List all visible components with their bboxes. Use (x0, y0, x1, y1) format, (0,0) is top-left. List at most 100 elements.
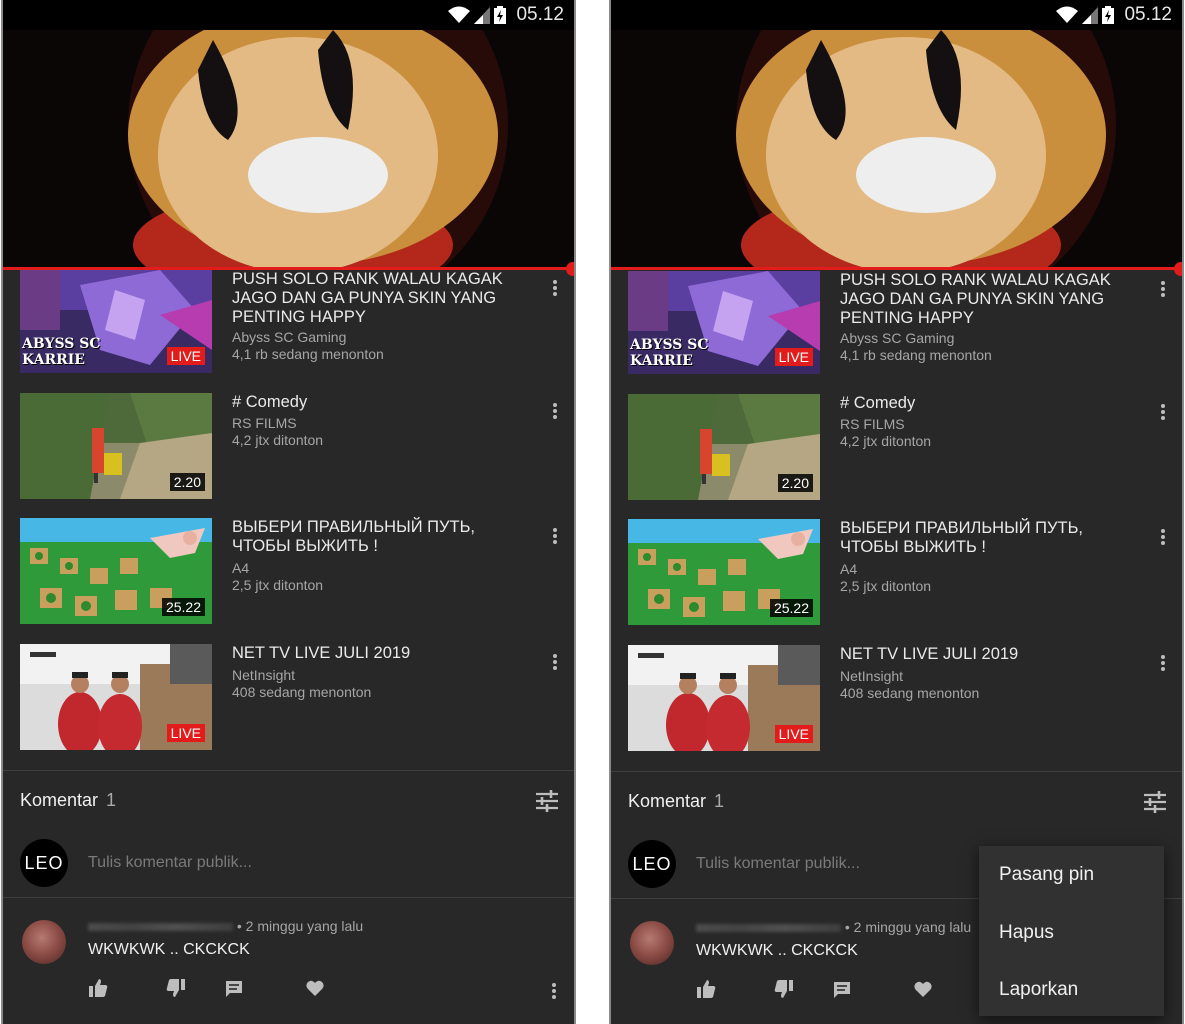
video-channel: A4 (232, 560, 250, 576)
more-options-icon[interactable] (552, 278, 558, 298)
video-stats: 408 sedang menonton (232, 684, 372, 700)
video-channel: Abyss SC Gaming (840, 330, 955, 346)
thumbnail-text: ABYSS SC (630, 337, 709, 353)
comment-text: WKWKWK .. CKCKCK (88, 941, 250, 958)
comment-text: WKWKWK .. CKCKCK (696, 942, 858, 959)
battery-icon (1102, 6, 1115, 24)
menu-item-pin[interactable]: Pasang pin (999, 864, 1094, 886)
video-item[interactable]: ABYSS SC KARRIE LIVE PUSH SOLO RANK WALA… (611, 271, 1182, 381)
video-channel: NetInsight (840, 668, 904, 684)
video-progress-bar[interactable] (611, 267, 1182, 270)
like-icon[interactable] (696, 979, 716, 1004)
divider (3, 770, 574, 771)
comment-header: • 2 minggu yang lalu (88, 918, 363, 934)
video-thumbnail[interactable]: 2.20 (20, 393, 212, 499)
progress-scrubber[interactable] (566, 262, 574, 276)
comment-time: • 2 minggu yang lalu (844, 919, 972, 935)
video-channel: RS FILMS (232, 415, 297, 431)
comments-count: 1 (714, 791, 725, 811)
progress-scrubber[interactable] (1174, 262, 1182, 276)
dislike-icon[interactable] (774, 979, 794, 1004)
heart-icon[interactable] (914, 981, 932, 1002)
video-title[interactable]: PUSH SOLO RANK WALAU KAGAK JAGO DAN GA P… (232, 270, 522, 327)
video-channel: RS FILMS (840, 416, 905, 432)
more-options-icon[interactable] (1160, 653, 1166, 673)
signal-icon (474, 7, 491, 24)
user-avatar: LEO (20, 839, 68, 887)
heart-icon[interactable] (306, 980, 324, 1001)
video-stats: 2,5 jtx ditonton (840, 578, 932, 594)
sort-filter-icon[interactable] (1143, 790, 1167, 814)
video-thumbnail[interactable]: 2.20 (628, 394, 820, 500)
video-stats: 408 sedang menonton (840, 685, 980, 701)
video-thumbnail[interactable]: ABYSS SC KARRIE LIVE (20, 270, 212, 373)
divider (3, 897, 574, 898)
video-channel: Abyss SC Gaming (232, 329, 347, 345)
video-thumbnail[interactable]: ABYSS SC KARRIE LIVE (628, 271, 820, 374)
comments-title: Komentar (628, 791, 707, 811)
video-stats: 4,1 rb sedang menonton (232, 346, 384, 362)
video-stats: 4,1 rb sedang menonton (840, 347, 992, 363)
video-channel: A4 (840, 561, 858, 577)
video-thumbnail[interactable]: 25.22 (628, 519, 820, 625)
wifi-icon (1056, 6, 1079, 23)
comments-header: Komentar 1 (628, 791, 724, 812)
video-stats: 4,2 jtx ditonton (840, 433, 932, 449)
status-bar: 05.12 (3, 0, 574, 30)
more-options-icon[interactable] (1160, 279, 1166, 299)
video-title[interactable]: PUSH SOLO RANK WALAU KAGAK JAGO DAN GA P… (840, 271, 1130, 328)
more-options-icon[interactable] (552, 401, 558, 421)
video-player[interactable] (611, 30, 1182, 268)
comment-time: • 2 minggu yang lalu (236, 918, 364, 934)
more-options-icon[interactable] (552, 652, 558, 672)
video-title[interactable]: # Comedy (232, 393, 522, 412)
commenter-name-blurred (88, 923, 233, 932)
video-title[interactable]: # Comedy (840, 394, 1130, 413)
video-thumbnail[interactable]: LIVE (628, 645, 820, 751)
comment-input[interactable]: Tulis komentar publik... (696, 855, 860, 873)
sort-filter-icon[interactable] (535, 789, 559, 813)
video-title[interactable]: ВЫБЕРИ ПРАВИЛЬНЫЙ ПУТЬ, ЧТОБЫ ВЫЖИТЬ ! (232, 518, 522, 556)
video-title[interactable]: NET TV LIVE JULI 2019 (232, 644, 522, 663)
reply-icon[interactable] (225, 980, 243, 1003)
comments-count: 1 (106, 790, 117, 810)
video-title[interactable]: NET TV LIVE JULI 2019 (840, 645, 1130, 664)
comment-options-menu: Pasang pin Hapus Laporkan (979, 846, 1164, 1016)
video-item[interactable]: 25.22 ВЫБЕРИ ПРАВИЛЬНЫЙ ПУТЬ, ЧТОБЫ ВЫЖИ… (611, 519, 1182, 629)
video-item[interactable]: 2.20 # Comedy RS FILMS 4,2 jtx ditonton (611, 394, 1182, 504)
thumbnail-text: KARRIE (630, 353, 693, 369)
status-bar: 05.12 (611, 0, 1182, 30)
comment-more-options-icon[interactable] (551, 982, 557, 1002)
thumbnail-text: KARRIE (22, 352, 85, 368)
video-thumbnail[interactable]: LIVE (20, 644, 212, 750)
like-icon[interactable] (88, 978, 108, 1003)
duration-badge: 2.20 (777, 474, 813, 492)
dislike-icon[interactable] (166, 978, 186, 1003)
live-badge: LIVE (166, 724, 205, 742)
divider (611, 771, 1182, 772)
reply-icon[interactable] (833, 981, 851, 1004)
comments-header: Komentar 1 (20, 790, 116, 811)
commenter-avatar[interactable] (630, 921, 674, 965)
wifi-icon (448, 6, 471, 23)
video-player[interactable] (3, 30, 574, 268)
video-progress-bar[interactable] (3, 267, 574, 270)
video-item[interactable]: 2.20 # Comedy RS FILMS 4,2 jtx ditonton (3, 393, 574, 503)
more-options-icon[interactable] (1160, 402, 1166, 422)
more-options-icon[interactable] (1160, 527, 1166, 547)
menu-item-delete[interactable]: Hapus (999, 922, 1054, 944)
video-item[interactable]: LIVE NET TV LIVE JULI 2019 NetInsight 40… (611, 645, 1182, 755)
video-item[interactable]: 25.22 ВЫБЕРИ ПРАВИЛЬНЫЙ ПУТЬ, ЧТОБЫ ВЫЖИ… (3, 518, 574, 628)
comments-title: Komentar (20, 790, 99, 810)
more-options-icon[interactable] (552, 526, 558, 546)
comment-header: • 2 minggu yang lalu (696, 919, 971, 935)
commenter-avatar[interactable] (22, 920, 66, 964)
video-item[interactable]: ABYSS SC KARRIE LIVE PUSH SOLO RANK WALA… (3, 270, 574, 380)
video-stats: 4,2 jtx ditonton (232, 432, 324, 448)
video-thumbnail[interactable]: 25.22 (20, 518, 212, 624)
menu-item-report[interactable]: Laporkan (999, 979, 1078, 1001)
comment-input[interactable]: Tulis komentar publik... (88, 854, 252, 872)
video-title[interactable]: ВЫБЕРИ ПРАВИЛЬНЫЙ ПУТЬ, ЧТОБЫ ВЫЖИТЬ ! (840, 519, 1130, 557)
thumbnail-text: ABYSS SC (22, 336, 101, 352)
video-item[interactable]: LIVE NET TV LIVE JULI 2019 NetInsight 40… (3, 644, 574, 754)
